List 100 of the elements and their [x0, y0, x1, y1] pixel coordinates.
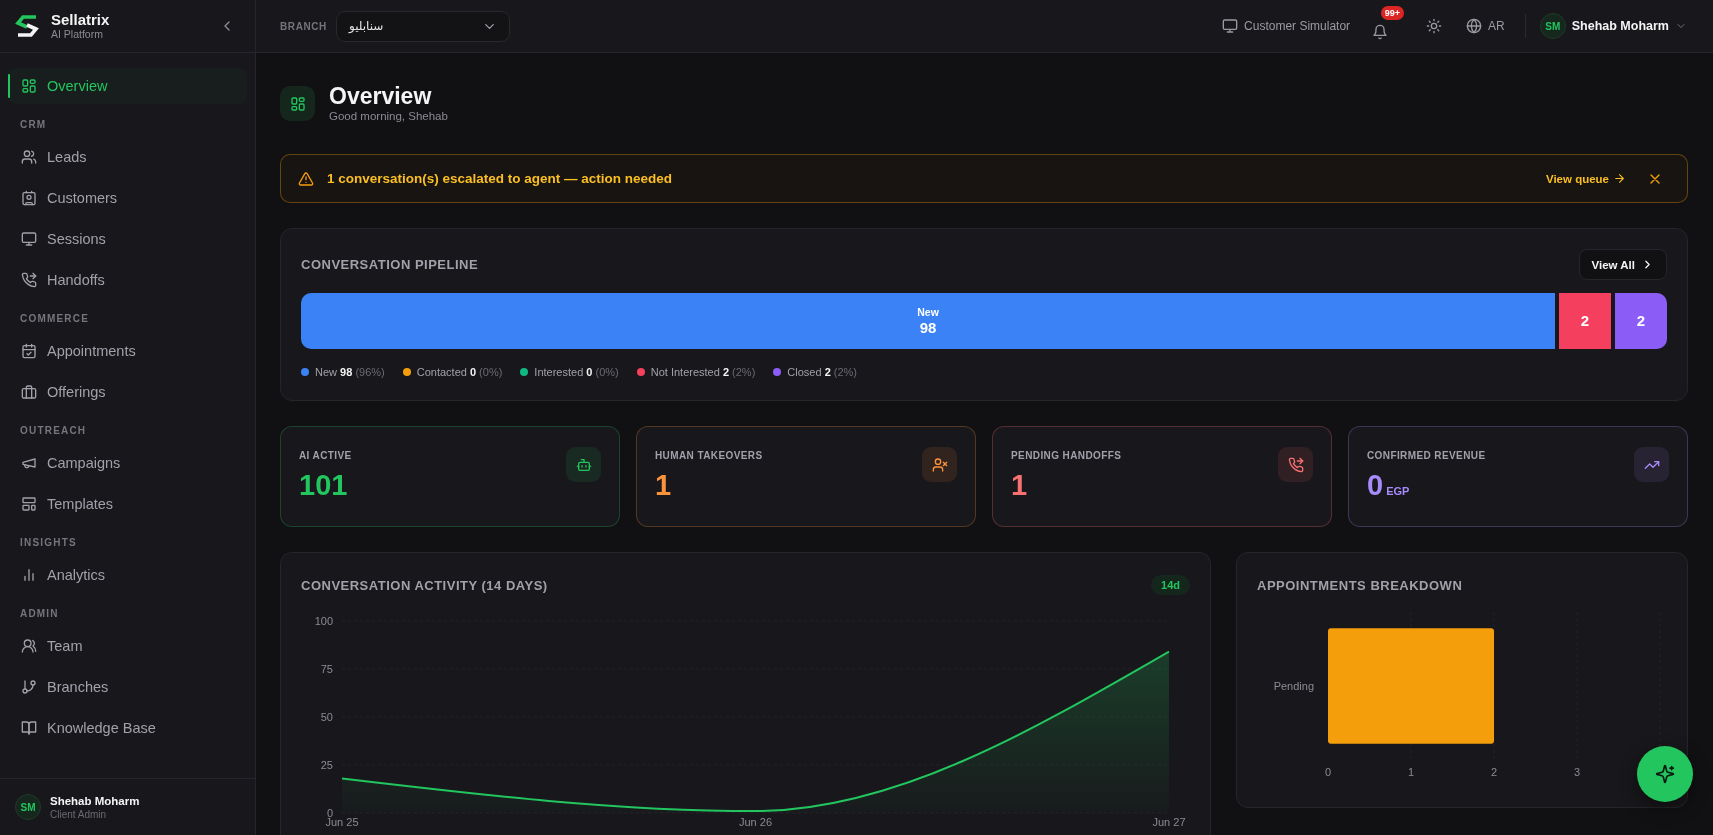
- stat-value: 1: [655, 468, 672, 502]
- card-title: CONVERSATION ACTIVITY (14 DAYS): [301, 577, 548, 593]
- nav-item[interactable]: Leads: [8, 139, 247, 175]
- nav-item[interactable]: Appointments: [8, 333, 247, 369]
- x-axis-label: Jun 25: [325, 816, 359, 828]
- stat-label: AI ACTIVE: [299, 449, 352, 462]
- stat-value: 0: [1367, 468, 1384, 502]
- nav-item[interactable]: Sessions: [8, 221, 247, 257]
- legend-label: New 98 (96%): [315, 366, 385, 378]
- calendar-check-icon: [21, 343, 37, 359]
- brand-tagline: AI Platform: [51, 28, 104, 41]
- phone-forward-icon: [21, 272, 37, 288]
- stat-value: 1: [1011, 468, 1028, 502]
- view-queue-link[interactable]: View queue: [1545, 172, 1626, 185]
- nav-section-label: CRM: [20, 118, 48, 132]
- stat-label: PENDING HANDOFFS: [1011, 449, 1122, 462]
- briefcase-icon: [21, 384, 37, 400]
- stat-label: HUMAN TAKEOVERS: [655, 449, 763, 462]
- robot-icon: [566, 447, 601, 482]
- pipeline-segment[interactable]: New 98: [301, 293, 1555, 349]
- view-all-button[interactable]: View All: [1578, 249, 1667, 280]
- nav-item[interactable]: Knowledge Base: [8, 710, 247, 746]
- arrow-right-icon: [1613, 172, 1626, 185]
- nav-item[interactable]: Handoffs: [8, 262, 247, 298]
- branch-select[interactable]: سنابليو: [335, 10, 510, 42]
- nav-section-label: OUTREACH: [20, 424, 88, 438]
- legend-label: Closed 2 (2%): [787, 366, 858, 378]
- segment-label: New: [917, 305, 939, 319]
- card-title: APPOINTMENTS BREAKDOWN: [1257, 577, 1463, 593]
- y-axis-label: 0: [326, 807, 333, 819]
- x-axis-label: Jun 27: [1152, 816, 1186, 828]
- megaphone-icon: [21, 455, 37, 471]
- alert-message: 1 conversation(s) escalated to agent — action needed: [327, 171, 673, 186]
- legend-label: Interested 0 (0%): [534, 366, 619, 378]
- users-icon: [21, 149, 37, 165]
- sparkle-icon: [1655, 764, 1675, 784]
- user-avatar: SM: [15, 794, 41, 820]
- user-x-icon: [922, 447, 957, 482]
- page-subtitle: Good morning, Shehab: [329, 109, 448, 124]
- dashboard-icon: [21, 78, 37, 94]
- user-name: Shehab Moharm: [50, 793, 140, 808]
- book-icon: [21, 720, 37, 736]
- segment-value: 2: [1636, 312, 1646, 330]
- trending-up-icon: [1634, 447, 1669, 482]
- globe-icon: [1466, 18, 1483, 34]
- customer-simulator-button[interactable]: Customer Simulator: [1220, 14, 1353, 38]
- nav-item[interactable]: Branches: [8, 669, 247, 705]
- nav-item[interactable]: Campaigns: [8, 445, 247, 481]
- user-menu-button[interactable]: SM Shehab Moharm: [1539, 13, 1687, 39]
- stat-value: 101: [299, 468, 348, 502]
- nav-item[interactable]: Team: [8, 628, 247, 664]
- user-avatar: SM: [1539, 13, 1566, 39]
- user-role: Client Admin: [50, 807, 108, 821]
- legend-label: Not Interested 2 (2%): [650, 366, 756, 378]
- notification-badge: 99+: [1380, 6, 1405, 20]
- nav-section-label: COMMERCE: [20, 312, 91, 326]
- nav-section-label: INSIGHTS: [20, 536, 78, 550]
- monitor-icon: [21, 231, 37, 247]
- page-title: Overview: [329, 83, 433, 109]
- x-axis-label: 0: [1324, 766, 1332, 778]
- brand-name: Sellatrix: [51, 11, 110, 28]
- y-axis-label: Pending: [1273, 680, 1314, 692]
- branch-label: BRANCH: [280, 20, 327, 32]
- y-axis-label: 25: [320, 759, 333, 771]
- segment-value: 2: [1580, 312, 1590, 330]
- pipeline-segment[interactable]: 2: [1559, 293, 1611, 349]
- x-axis-label: Jun 26: [739, 816, 772, 828]
- notifications-button[interactable]: 99+: [1370, 6, 1405, 46]
- x-axis-label: 1: [1407, 766, 1415, 778]
- nav-item[interactable]: Analytics: [8, 557, 247, 593]
- nav-section-label: ADMIN: [20, 607, 60, 621]
- phone-forward-icon: [1278, 447, 1313, 482]
- git-branch-icon: [21, 679, 37, 695]
- logo-icon: [13, 12, 41, 40]
- card-title: CONVERSATION PIPELINE: [301, 257, 479, 272]
- range-badge: 14d: [1151, 575, 1190, 595]
- y-axis-label: 75: [320, 663, 333, 675]
- monitor-icon: [1222, 18, 1239, 34]
- nav-item[interactable]: Offerings: [8, 374, 247, 410]
- contact-card-icon: [21, 190, 37, 206]
- segment-value: 98: [919, 318, 937, 337]
- bar-chart-icon: [21, 567, 37, 583]
- pipeline-segment[interactable]: 2: [1615, 293, 1667, 349]
- y-axis-label: 100: [314, 615, 333, 627]
- nav-item[interactable]: Overview: [8, 68, 247, 104]
- sun-icon: [1426, 18, 1443, 34]
- nav-item[interactable]: Customers: [8, 180, 247, 216]
- stat-unit: EGP: [1386, 485, 1410, 497]
- layout-icon: [21, 496, 37, 512]
- x-axis-label: 2: [1490, 766, 1498, 778]
- x-axis-label: 3: [1573, 766, 1581, 778]
- y-axis-label: 50: [320, 711, 333, 723]
- dashboard-icon: [280, 86, 315, 121]
- warning-icon: [298, 170, 314, 187]
- nav-item[interactable]: Templates: [8, 486, 247, 522]
- users-icon: [21, 638, 37, 654]
- language-button[interactable]: AR: [1464, 14, 1507, 38]
- legend-label: Contacted 0 (0%): [416, 366, 503, 378]
- bell-icon: [1372, 24, 1389, 40]
- stat-label: CONFIRMED REVENUE: [1367, 449, 1486, 462]
